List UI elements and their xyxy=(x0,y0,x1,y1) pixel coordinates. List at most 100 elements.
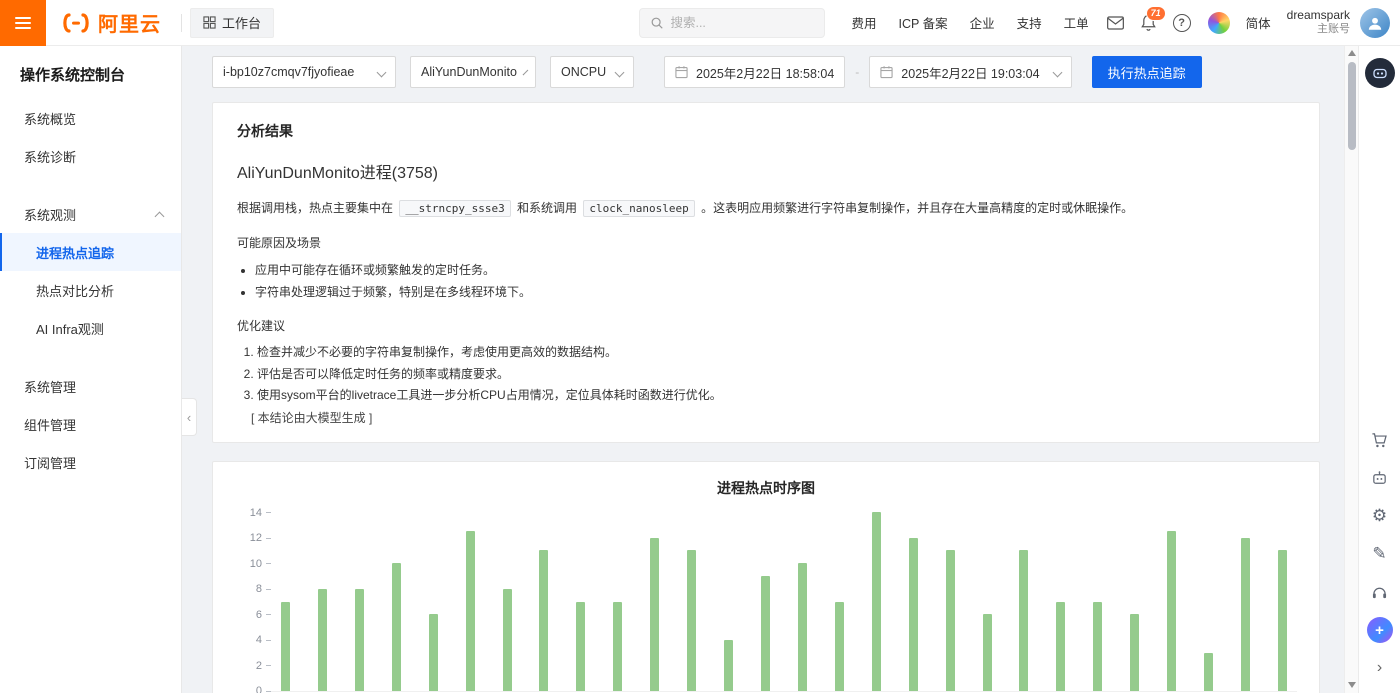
gear-icon[interactable]: ⚙ xyxy=(1363,499,1397,533)
chart-bar[interactable] xyxy=(834,601,844,692)
sidebar-item-system-management[interactable]: 系统管理 xyxy=(0,367,181,405)
calendar-icon xyxy=(675,66,688,79)
sidebar-item-label: AI Infra观测 xyxy=(36,321,104,337)
sidebar-item-system-diagnosis[interactable]: 系统诊断 xyxy=(0,137,181,175)
chart-bar[interactable] xyxy=(354,588,364,692)
suggestions-list: 检查并减少不必要的字符串复制操作，考虑使用更高效的数据结构。评估是否可以降低定时… xyxy=(257,342,1295,407)
mode-select-value: ONCPU xyxy=(561,65,607,79)
robot-icon[interactable] xyxy=(1363,461,1397,495)
grid-icon xyxy=(203,16,216,29)
chart-bar[interactable] xyxy=(945,550,955,692)
sidebar-item-label: 订阅管理 xyxy=(24,455,77,471)
chart-bar[interactable] xyxy=(687,550,697,692)
chart-bar[interactable] xyxy=(760,575,770,692)
causes-list: 应用中可能存在循环或频繁触发的定时任务。字符串处理逻辑过于频繁，特别是在多线程环… xyxy=(255,259,1295,303)
chart-bar[interactable] xyxy=(1019,550,1029,692)
chart-bar[interactable] xyxy=(428,614,438,692)
chart-bar[interactable] xyxy=(724,639,734,692)
aliyun-logo[interactable]: 阿里云 xyxy=(46,8,173,37)
chart-bar[interactable] xyxy=(465,531,475,692)
chart-bar[interactable] xyxy=(613,601,623,692)
console-title: 操作系统控制台 xyxy=(20,67,126,84)
chart-bar[interactable] xyxy=(317,588,327,692)
sidebar-item-system-observation[interactable]: 系统观测 xyxy=(0,195,181,233)
sidebar-item-label: 进程热点追踪 xyxy=(36,245,115,261)
pencil-icon[interactable]: ✎ xyxy=(1363,537,1397,571)
sidebar-item-process-hotspot-tracking[interactable]: 进程热点追踪 xyxy=(0,233,181,271)
topnav-item-icp[interactable]: ICP 备案 xyxy=(898,13,947,32)
chevron-right-icon[interactable]: › xyxy=(1363,651,1397,685)
run-hotspot-tracking-button[interactable]: 执行热点追踪 xyxy=(1091,56,1202,88)
account-type: 主账号 xyxy=(1317,23,1350,36)
global-search[interactable] xyxy=(639,7,826,38)
suggestion-item: 检查并减少不必要的字符串复制操作，考虑使用更高效的数据结构。 xyxy=(257,342,1295,364)
chart-bar[interactable] xyxy=(908,537,918,692)
sidebar-menu: 系统概览系统诊断系统观测进程热点追踪热点对比分析 AI Infra观测系统管理组件… xyxy=(0,99,181,481)
chart-bar[interactable] xyxy=(391,563,401,692)
chevron-down-icon xyxy=(614,67,625,77)
community-icon[interactable] xyxy=(1207,11,1230,34)
process-subtitle: AliYunDunMonito进程(3758) xyxy=(237,165,438,182)
sidebar-item-label: 系统管理 xyxy=(24,379,77,395)
process-select-value: AliYunDunMonito xyxy=(421,65,517,79)
instance-select-value: i-bp10z7cmqv7fjyofieae xyxy=(223,65,355,79)
cart-icon[interactable] xyxy=(1363,423,1397,457)
scrollbar-thumb[interactable] xyxy=(1347,62,1356,150)
chart-bar[interactable] xyxy=(1056,601,1066,692)
topnav-item-tickets[interactable]: 工单 xyxy=(1064,13,1089,32)
search-input[interactable] xyxy=(670,15,801,30)
date-end-picker[interactable]: 2025年2月22日 19:03:04 xyxy=(869,56,1072,88)
hamburger-menu-icon[interactable] xyxy=(0,0,46,46)
sidebar-collapse-handle[interactable]: ‹ xyxy=(182,398,197,436)
chart-bar[interactable] xyxy=(1130,614,1140,692)
chart-bar[interactable] xyxy=(871,512,881,692)
sidebar-item-system-overview[interactable]: 系统概览 xyxy=(0,99,181,137)
sidebar-item-component-management[interactable]: 组件管理 xyxy=(0,405,181,443)
chart-bar[interactable] xyxy=(1277,550,1287,692)
instance-select[interactable]: i-bp10z7cmqv7fjyofieae xyxy=(212,56,396,88)
topnav-item-support[interactable]: 支持 xyxy=(1017,13,1042,32)
chart-bar[interactable] xyxy=(502,588,512,692)
assistant-robot-icon[interactable] xyxy=(1364,58,1395,88)
headset-icon[interactable] xyxy=(1363,575,1397,609)
chart-bar[interactable] xyxy=(982,614,992,692)
chart-bar[interactable] xyxy=(1167,531,1177,692)
sidebar-item-label: 系统诊断 xyxy=(24,149,77,165)
ai-assistant-icon[interactable]: + xyxy=(1363,613,1397,647)
process-select[interactable]: AliYunDunMonito xyxy=(410,56,536,88)
chart-bar[interactable] xyxy=(281,601,290,692)
date-start-picker[interactable]: 2025年2月22日 18:58:04 xyxy=(664,56,846,88)
topnav-item-billing[interactable]: 费用 xyxy=(851,13,876,32)
chevron-down-icon xyxy=(376,67,387,77)
chart-bar[interactable] xyxy=(1204,652,1214,692)
account-name: dreamspark xyxy=(1286,8,1350,23)
bell-icon[interactable]: 71 xyxy=(1140,6,1166,31)
mail-icon[interactable] xyxy=(1106,15,1124,30)
sidebar-item-hotspot-comparison[interactable]: 热点对比分析 xyxy=(0,271,181,309)
date-end-value: 2025年2月22日 19:03:04 xyxy=(901,66,1040,81)
topnav-item-enterprise[interactable]: 企业 xyxy=(970,13,995,32)
workbench-button[interactable]: 工作台 xyxy=(190,7,275,38)
help-icon[interactable]: ? xyxy=(1172,13,1191,32)
scroll-up-arrow-icon[interactable] xyxy=(1347,50,1356,56)
avatar[interactable] xyxy=(1360,7,1390,38)
mode-select[interactable]: ONCPU xyxy=(550,56,634,88)
chart-bar[interactable] xyxy=(576,601,586,692)
date-range-separator: - xyxy=(855,65,860,79)
chart-bar[interactable] xyxy=(1240,537,1250,692)
account-info[interactable]: dreamspark 主账号 xyxy=(1287,8,1350,37)
filter-bar: i-bp10z7cmqv7fjyofieae AliYunDunMonito O… xyxy=(212,56,1320,88)
sidebar-item-subscription-management[interactable]: 订阅管理 xyxy=(0,443,181,481)
chart-bar[interactable] xyxy=(650,537,660,692)
sidebar-item-ai-infra-observation[interactable]: AI Infra观测 xyxy=(0,309,181,347)
main-content: i-bp10z7cmqv7fjyofieae AliYunDunMonito O… xyxy=(182,46,1344,693)
chart-bar[interactable] xyxy=(1093,601,1103,692)
sidebar-item-label: 组件管理 xyxy=(24,417,77,433)
search-icon xyxy=(652,17,664,29)
cause-item: 字符串处理逻辑过于频繁，特别是在多线程环境下。 xyxy=(255,281,1295,303)
locale-switch[interactable]: 简体 xyxy=(1246,13,1271,32)
chart-bar[interactable] xyxy=(797,563,807,692)
chart-bar[interactable] xyxy=(539,550,549,692)
vertical-scrollbar[interactable] xyxy=(1344,46,1358,693)
scroll-down-arrow-icon[interactable] xyxy=(1347,682,1356,688)
